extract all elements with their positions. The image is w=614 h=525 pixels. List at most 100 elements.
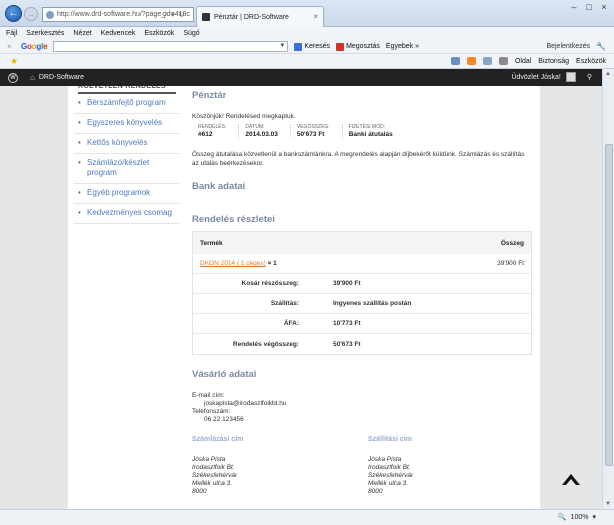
order-table: Termék Összeg DKON 2014 ( 1 céges) × 1 3… xyxy=(192,231,532,355)
toolbar-close-icon[interactable]: × xyxy=(7,42,15,51)
shipping-row: Szállítás: Ingyenes szállítás postán xyxy=(193,294,531,314)
zoom-control[interactable]: 🔍 100% ▾ xyxy=(557,513,596,522)
order-summary: RENDELÉS: #612 DÁTUM: 2014.03.03 VÉGÖSSZ… xyxy=(192,124,405,138)
share-button[interactable]: Megosztás xyxy=(336,42,380,51)
wrench-icon[interactable]: 🔧 xyxy=(596,42,606,51)
product-quantity: × 1 xyxy=(267,260,277,267)
site-favicon-icon xyxy=(46,10,54,19)
billing-title: Számlázási cím xyxy=(192,436,244,443)
scroll-up-icon[interactable]: ▲ xyxy=(605,71,611,77)
home-icon[interactable]: ⌂ xyxy=(30,73,35,82)
customer-heading: Vásárló adatai xyxy=(192,369,257,380)
grand-total-row: Rendelés végösszeg: 50'673 Ft xyxy=(232,340,361,348)
subtotal-row: Kosár részösszeg: 39'900 Ft xyxy=(193,274,531,294)
menu-bar: Fájl Szerkesztés Nézet Kedvencek Eszközö… xyxy=(0,27,614,40)
minimize-button[interactable]: – xyxy=(568,3,580,13)
sidebar-item-double-entry[interactable]: • Kettős könyvelés xyxy=(74,134,180,154)
avatar[interactable] xyxy=(565,72,576,82)
google-logo: Google xyxy=(21,42,48,51)
payment-method: FIZETÉSI MÓD: Banki átutalás xyxy=(348,124,393,138)
maximize-button[interactable]: □ xyxy=(583,3,595,13)
window-controls: – □ × xyxy=(568,3,610,13)
sidebar-list: • Bérszámfejtő program • Egyszeres könyvel… xyxy=(74,94,180,224)
zoom-level: 100% xyxy=(570,513,589,521)
menu-tools[interactable]: Eszközök xyxy=(144,30,174,37)
sidebar-item-single-entry[interactable]: • Egyszeres könyvelés xyxy=(74,114,180,134)
sidebar-heading: KÖZVETLEN RENDELÉS xyxy=(78,86,176,94)
status-bar: 🔍 100% ▾ xyxy=(0,509,614,525)
phone-label: Telefonszám: xyxy=(192,408,231,415)
menu-view[interactable]: Nézet xyxy=(73,30,91,37)
more-button[interactable]: Egyebek » xyxy=(386,43,419,50)
back-to-top-icon[interactable] xyxy=(561,470,581,488)
admin-site-name[interactable]: DRD-Software xyxy=(39,74,84,81)
address-tools: ⚲ ▾ ↻ xyxy=(162,8,192,21)
home-icon[interactable] xyxy=(450,57,460,65)
order-number: RENDELÉS: #612 xyxy=(192,124,240,138)
zoom-icon: 🔍 xyxy=(557,514,567,521)
close-window-button[interactable]: × xyxy=(598,3,610,13)
vertical-scrollbar[interactable]: ▲ ▼ xyxy=(602,69,614,509)
email-label: E-mail cím: xyxy=(192,392,225,399)
search-icon[interactable]: ⚲ xyxy=(587,73,592,81)
command-page[interactable]: Oldal xyxy=(515,58,531,65)
google-toolbar: × Google ▼ Keresés Megosztás Egyebek » B… xyxy=(0,40,614,54)
forward-button[interactable]: → xyxy=(24,7,38,21)
wp-admin-bar: W ⌂ DRD-Software Üdvözlet Jóska! ⚲ xyxy=(0,69,602,86)
rss-icon[interactable] xyxy=(466,57,476,65)
scrollbar-thumb[interactable] xyxy=(605,144,613,466)
wordpress-logo-icon[interactable]: W xyxy=(8,72,18,83)
shipping-title: Szállítási cím xyxy=(368,436,412,443)
command-bar: ★ Oldal Biztonság Eszközök xyxy=(0,54,614,69)
product-price: 39'900 Ft xyxy=(497,260,524,267)
product-link[interactable]: DKON 2014 ( 1 céges) xyxy=(200,260,266,267)
share-icon xyxy=(336,42,345,51)
table-header: Termék Összeg xyxy=(193,232,531,254)
customer-details: E-mail cím: joskapista@irodaszlfoikbt.hu… xyxy=(192,392,286,424)
phone-value: 06 22 123456 xyxy=(204,416,244,423)
favorites-star-icon[interactable]: ★ xyxy=(10,56,18,67)
tab-title: Pénztár | DRD-Software xyxy=(214,13,289,21)
search-dropdown-icon[interactable]: ▼ xyxy=(279,43,285,49)
thanks-message: Köszönjük! Rendelésed megkaptuk. xyxy=(192,113,296,120)
zoom-dropdown-icon: ▾ xyxy=(592,514,596,521)
scroll-down-icon[interactable]: ▼ xyxy=(605,501,611,507)
login-link[interactable]: Bejelentkezés xyxy=(546,43,590,50)
payment-note: Összeg átutalása közvetlenül a bankszáml… xyxy=(192,151,525,167)
menu-favorites[interactable]: Kedvencek xyxy=(101,30,136,37)
sidebar-item-other[interactable]: • Egyéb programok xyxy=(74,184,180,204)
back-button[interactable]: ← xyxy=(5,5,22,22)
page-title: Pénztár xyxy=(192,90,227,101)
browser-tab[interactable]: Pénztár | DRD-Software × xyxy=(196,6,324,27)
menu-edit[interactable]: Szerkesztés xyxy=(26,30,64,37)
google-search-input[interactable]: ▼ xyxy=(53,41,289,52)
google-search-button[interactable]: Keresés xyxy=(294,42,330,51)
order-details-heading: Rendelés részletei xyxy=(192,214,275,225)
sidebar-item-invoicing[interactable]: • Számlázó/készlet program xyxy=(74,154,180,184)
order-total: VÉGÖSSZEG: 50'673 Ft xyxy=(291,124,343,138)
browser-title-bar: ← → http://www.drd-software.hu/?page_id=… xyxy=(0,0,614,27)
tab-close-icon[interactable]: × xyxy=(313,12,318,21)
content-wrapper: KÖZVETLEN RENDELÉS • Bérszámfejtő program… xyxy=(68,86,540,509)
shipping-address: Szállítási cím Jóska Pista Irodaszlfoik … xyxy=(368,436,414,495)
order-date: DÁTUM: 2014.03.03 xyxy=(239,124,291,138)
search-icon[interactable]: ⚲ xyxy=(162,11,167,19)
tab-favicon-icon xyxy=(202,13,210,21)
sidebar-item-payroll[interactable]: • Bérszámfejtő program xyxy=(74,94,180,114)
sidebar: KÖZVETLEN RENDELÉS • Bérszámfejtő program… xyxy=(68,86,180,224)
mail-icon[interactable] xyxy=(482,57,492,65)
command-security[interactable]: Biztonság xyxy=(538,58,569,65)
menu-file[interactable]: Fájl xyxy=(6,30,17,37)
refresh-icon[interactable]: ↻ xyxy=(179,11,185,19)
admin-greeting[interactable]: Üdvözlet Jóska! xyxy=(511,74,560,81)
vat-row: ÁFA: 10'773 Ft xyxy=(193,314,531,334)
search-icon xyxy=(294,42,303,51)
dropdown-icon[interactable]: ▾ xyxy=(171,11,175,19)
sidebar-item-discount[interactable]: • Kedvezményes csomag xyxy=(74,204,180,224)
bank-details-heading: Bank adatai xyxy=(192,181,246,192)
command-tools[interactable]: Eszközök xyxy=(576,58,606,65)
print-icon[interactable] xyxy=(498,57,508,65)
table-row: DKON 2014 ( 1 céges) × 1 39'900 Ft xyxy=(193,254,531,274)
menu-help[interactable]: Súgó xyxy=(183,30,199,37)
page-viewport: KÖZVETLEN RENDELÉS • Bérszámfejtő program… xyxy=(0,86,602,509)
